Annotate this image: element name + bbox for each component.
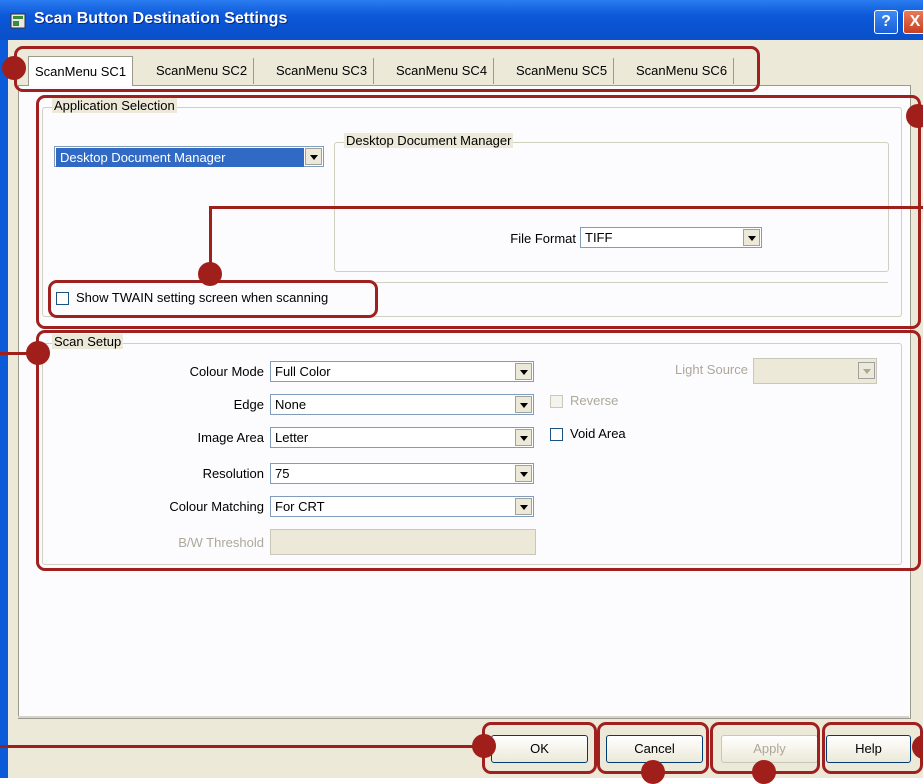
tabs-callout-frame: [14, 46, 760, 92]
ok-callout-line: [0, 745, 476, 748]
scan-setup-callout-frame: [36, 330, 921, 571]
cancel-callout-dot: [641, 760, 665, 784]
scan-setup-callout-dot: [26, 341, 50, 365]
twain-callout-line: [209, 206, 923, 209]
twain-callout-dot: [198, 262, 222, 286]
ok-callout-frame: [482, 722, 597, 774]
title-bar[interactable]: Scan Button Destination Settings ? X: [0, 0, 923, 40]
panel-divider: [18, 716, 909, 718]
tabs-callout-dot: [2, 56, 26, 80]
apply-callout-dot: [752, 760, 776, 784]
close-button[interactable]: X: [903, 10, 923, 34]
application-selection-callout-dot: [906, 104, 923, 128]
help-title-button[interactable]: ?: [874, 10, 898, 34]
ok-callout-dot: [472, 734, 496, 758]
window-title: Scan Button Destination Settings: [34, 10, 288, 27]
app-icon: [10, 13, 26, 29]
help-callout-frame: [822, 722, 923, 774]
twain-callout-frame: [48, 280, 378, 318]
dialog-window: Scan Button Destination Settings ? X Sca…: [0, 0, 923, 784]
